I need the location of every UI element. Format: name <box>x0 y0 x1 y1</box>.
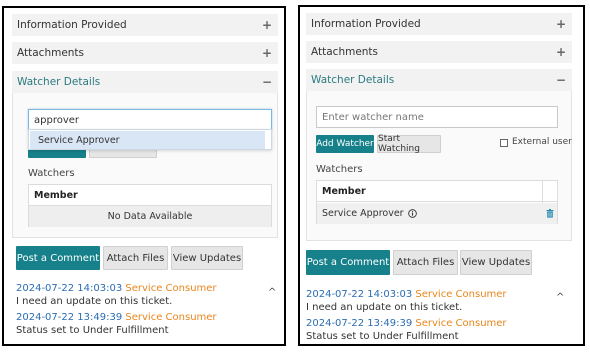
table-row: Service Approver <box>317 203 557 224</box>
activity-date: 2024-07-22 14:03:03 <box>306 289 413 300</box>
post-comment-button[interactable]: Post a Comment <box>16 246 100 270</box>
attach-files-label: Attach Files <box>106 252 165 264</box>
info-icon[interactable] <box>407 209 417 218</box>
accordion-title: Information Provided <box>311 18 421 30</box>
no-data-text: No Data Available <box>107 211 193 222</box>
chevron-up-icon[interactable]: ^ <box>556 292 564 303</box>
add-watcher-label: Add Watcher <box>316 139 374 149</box>
member-name: Service Approver <box>322 208 404 219</box>
member-header-label: Member <box>322 185 366 197</box>
watcher-name-placeholder: Enter watcher name <box>322 111 424 123</box>
activity-entry-header: 2024-07-22 13:49:39 Service Consumer <box>16 312 217 323</box>
view-updates-label: View Updates <box>172 252 242 264</box>
activity-entry-header: 2024-07-22 14:03:03 Service Consumer <box>16 283 217 294</box>
activity-text: Status set to Under Fulfillment <box>306 331 459 342</box>
collapse-icon: − <box>555 73 566 87</box>
external-user-label: External user <box>512 137 572 147</box>
watchers-table: Member Service Approver <box>316 180 558 224</box>
left-panel: Information Provided + Attachments + Wat… <box>2 6 286 346</box>
view-updates-button[interactable]: View Updates <box>171 246 243 270</box>
post-comment-label: Post a Comment <box>16 252 100 264</box>
activity-date: 2024-07-22 14:03:03 <box>16 283 123 294</box>
watcher-search-input[interactable]: approver <box>28 109 272 131</box>
activity-text: Status set to Under Fulfillment <box>16 325 169 336</box>
search-input-value: approver <box>34 114 80 126</box>
member-column-header: Member <box>29 185 271 206</box>
watcher-suggestions-dropdown: Service Approver <box>28 129 272 150</box>
activity-text: I need an update on this ticket. <box>16 296 173 307</box>
activity-entry-header: 2024-07-22 14:03:03 Service Consumer <box>306 289 507 300</box>
activity-text: I need an update on this ticket. <box>306 302 463 313</box>
expand-icon: + <box>555 45 566 59</box>
activity-user: Service Consumer <box>415 318 507 329</box>
accordion-title: Attachments <box>311 46 379 58</box>
accordion-title: Information Provided <box>17 19 127 31</box>
activity-date: 2024-07-22 13:49:39 <box>306 318 413 329</box>
collapse-icon: − <box>261 75 272 89</box>
accordion-title: Attachments <box>17 47 85 59</box>
member-column-header: Member <box>317 181 557 202</box>
expand-icon: + <box>261 18 272 32</box>
external-user-checkbox[interactable] <box>500 139 508 147</box>
accordion-title: Watcher Details <box>311 74 395 86</box>
accordion-attachments[interactable]: Attachments + <box>12 42 278 64</box>
attach-files-button[interactable]: Attach Files <box>103 246 168 270</box>
dropdown-option-label: Service Approver <box>38 134 120 146</box>
view-updates-button[interactable]: View Updates <box>460 250 532 275</box>
post-comment-button[interactable]: Post a Comment <box>306 250 390 275</box>
trash-icon[interactable] <box>546 209 554 218</box>
start-watching-button[interactable]: Start Watching <box>377 134 441 154</box>
right-panel: Information Provided + Attachments + Wat… <box>298 5 585 346</box>
attach-files-button[interactable]: Attach Files <box>393 250 458 275</box>
empty-row: No Data Available <box>29 206 271 227</box>
activity-date: 2024-07-22 13:49:39 <box>16 312 123 323</box>
watchers-label: Watchers <box>316 164 363 175</box>
accordion-watcher-details[interactable]: Watcher Details − <box>306 69 572 91</box>
add-watcher-button[interactable]: Add Watcher <box>316 135 374 153</box>
watchers-table: Member No Data Available <box>28 184 272 227</box>
accordion-information-provided[interactable]: Information Provided + <box>12 14 278 36</box>
chevron-up-icon[interactable]: ^ <box>268 287 276 298</box>
dropdown-option-service-approver[interactable]: Service Approver <box>30 131 265 149</box>
activity-user: Service Consumer <box>125 312 217 323</box>
activity-user: Service Consumer <box>415 289 507 300</box>
accordion-information-provided[interactable]: Information Provided + <box>306 13 572 35</box>
attach-files-label: Attach Files <box>396 257 455 268</box>
watcher-name-input[interactable]: Enter watcher name <box>316 106 558 128</box>
accordion-attachments[interactable]: Attachments + <box>306 41 572 63</box>
view-updates-label: View Updates <box>461 257 531 268</box>
activity-entry-header: 2024-07-22 13:49:39 Service Consumer <box>306 318 507 329</box>
expand-icon: + <box>261 46 272 60</box>
post-comment-label: Post a Comment <box>306 257 390 268</box>
expand-icon: + <box>555 17 566 31</box>
accordion-watcher-details[interactable]: Watcher Details − <box>12 71 278 93</box>
member-header-label: Member <box>34 189 78 201</box>
start-watching-label: Start Watching <box>378 134 420 154</box>
watchers-label: Watchers <box>28 168 75 179</box>
activity-user: Service Consumer <box>125 283 217 294</box>
accordion-title: Watcher Details <box>17 76 101 88</box>
